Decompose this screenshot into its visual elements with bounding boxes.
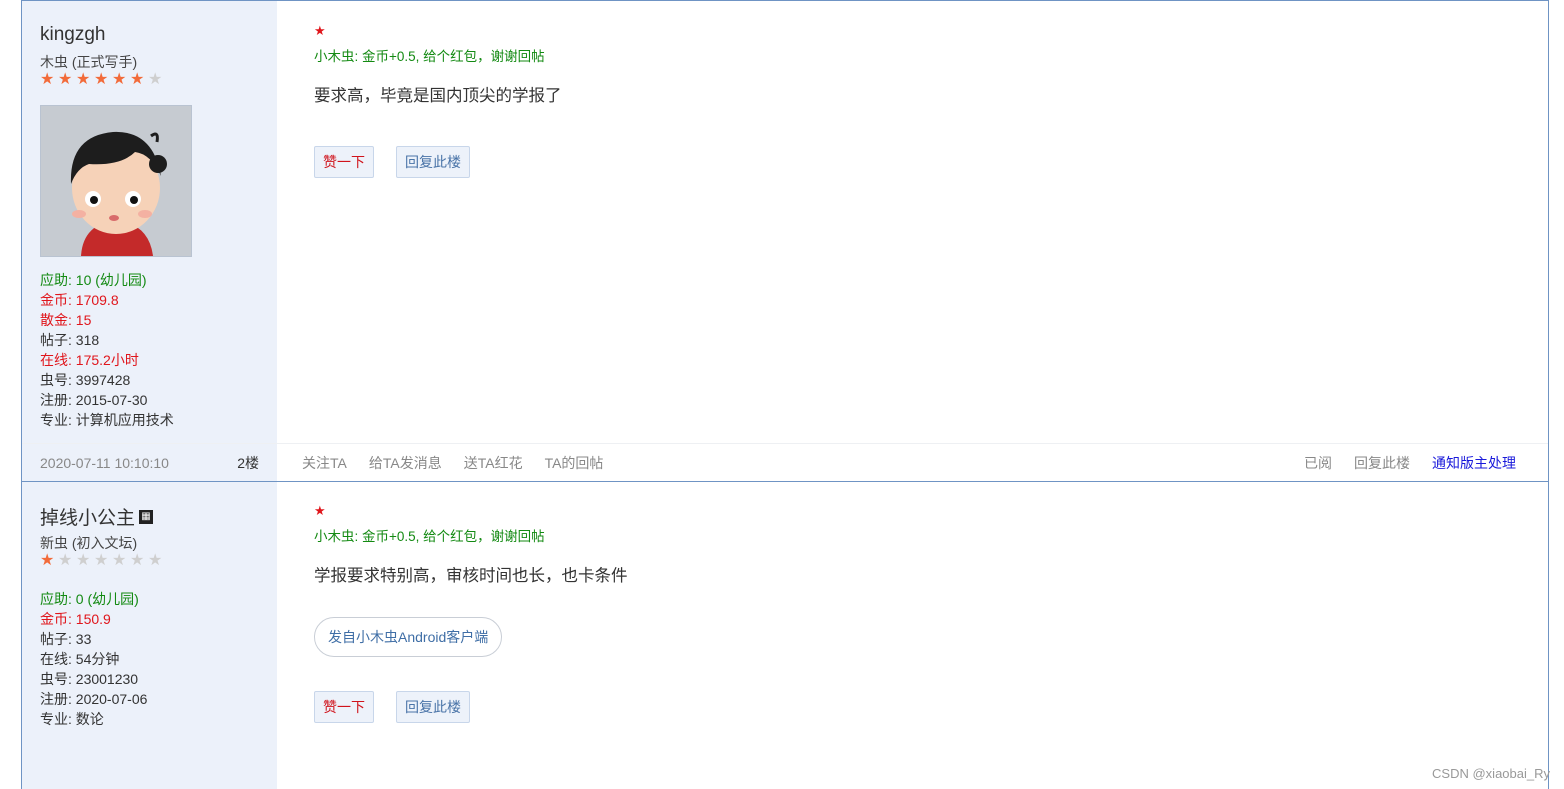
- reply-floor-link[interactable]: 回复此楼: [1354, 455, 1410, 471]
- user-replies-link[interactable]: TA的回帖: [545, 455, 604, 471]
- flower-icon: ★: [314, 503, 326, 518]
- floor-number[interactable]: 2楼: [237, 444, 259, 482]
- star-empty-icon: ★: [76, 552, 91, 569]
- star-filled-icon: ★: [40, 71, 55, 88]
- footer-user-links: 关注TA 给TA发消息 送TA红花 TA的回帖: [302, 444, 625, 482]
- bonus-note: 小木虫: 金币+0.5, 给个红包，谢谢回帖: [314, 529, 545, 544]
- follow-link[interactable]: 关注TA: [302, 455, 347, 471]
- username[interactable]: 掉线小公主: [40, 508, 135, 529]
- footer-meta: 2020-07-11 10:10:10 2楼: [22, 444, 277, 482]
- like-button[interactable]: 赞一下: [314, 146, 374, 178]
- watermark: CSDN @xiaobai_Ry: [1432, 766, 1550, 781]
- star-empty-icon: ★: [148, 71, 163, 88]
- read-status[interactable]: 已阅: [1304, 455, 1332, 471]
- user-sidebar: 掉线小公主 ▦ 新虫 (初入文坛) ★ ★ ★ ★ ★ ★ ★ 应助: 0 (幼儿园) 金币: …: [22, 482, 277, 789]
- stat-line: 注册: 2015-07-30: [40, 392, 148, 408]
- user-sidebar: kingzgh 木虫 (正式写手) ★ ★ ★ ★ ★ ★ ★ 应助: 10 (幼儿园) 金币…: [22, 1, 277, 443]
- star-filled-icon: ★: [94, 71, 109, 88]
- star-filled-icon: ★: [40, 552, 55, 569]
- post-body: ★ 小木虫: 金币+0.5, 给个红包，谢谢回帖 要求高，毕竟是国内顶尖的学报了…: [277, 1, 1548, 443]
- star-empty-icon: ★: [112, 552, 127, 569]
- flower-icon: ★: [314, 23, 326, 38]
- user-rank: 木虫 (正式写手): [40, 54, 138, 70]
- rating-stars: ★ ★ ★ ★ ★ ★ ★: [40, 552, 166, 569]
- stat-line: 在线: 175.2小时: [40, 352, 139, 368]
- post-body: ★ 小木虫: 金币+0.5, 给个红包，谢谢回帖 学报要求特别高，审核时间也长，…: [277, 482, 1548, 789]
- avatar[interactable]: [40, 105, 192, 257]
- user-stats: 应助: 10 (幼儿园) 金币: 1709.8 散金: 15 帖子: 318 在线: 1…: [40, 270, 174, 430]
- stat-line: 帖子: 33: [40, 631, 92, 647]
- post-time: 2020-07-11 10:10:10: [40, 455, 169, 471]
- post-footer: 2020-07-11 10:10:10 2楼 关注TA 给TA发消息 送TA红花 TA…: [22, 443, 1548, 482]
- stat-line: 散金: 15: [40, 312, 92, 328]
- post-floor-3: 掉线小公主 ▦ 新虫 (初入文坛) ★ ★ ★ ★ ★ ★ ★ 应助: 0 (幼儿园) 金币: …: [22, 482, 1548, 789]
- user-stats: 应助: 0 (幼儿园) 金币: 150.9 帖子: 33 在线: 54分钟虫号: 23…: [40, 589, 147, 729]
- report-moderator-link[interactable]: 通知版主处理: [1432, 455, 1516, 471]
- star-filled-icon: ★: [130, 71, 145, 88]
- stat-line: 金币: 1709.8: [40, 292, 119, 308]
- stat-line: 虫号: 23001230: [40, 671, 139, 687]
- rating-stars: ★ ★ ★ ★ ★ ★ ★: [40, 71, 166, 88]
- stat-line: 应助: 10 (幼儿园): [40, 272, 147, 288]
- username[interactable]: kingzgh: [40, 24, 106, 46]
- post-content: 要求高，毕竟是国内顶尖的学报了: [314, 87, 562, 105]
- reply-floor-button[interactable]: 回复此楼: [396, 691, 470, 723]
- post-content: 学报要求特别高，审核时间也长，也卡条件: [314, 567, 628, 585]
- star-empty-icon: ★: [94, 552, 109, 569]
- bonus-note: 小木虫: 金币+0.5, 给个红包，谢谢回帖: [314, 49, 545, 64]
- stat-line: 注册: 2020-07-06: [40, 691, 148, 707]
- stat-line: 帖子: 318: [40, 332, 100, 348]
- stat-line: 虫号: 3997428: [40, 372, 131, 388]
- footer-actions: 已阅 回复此楼 通知版主处理: [1304, 444, 1516, 482]
- post-floor-2: kingzgh 木虫 (正式写手) ★ ★ ★ ★ ★ ★ ★ 应助: 10 (幼儿园) 金币…: [22, 1, 1548, 482]
- reply-floor-button[interactable]: 回复此楼: [396, 146, 470, 178]
- message-link[interactable]: 给TA发消息: [369, 455, 442, 471]
- stat-line: 专业: 数论: [40, 711, 104, 727]
- username-row: 掉线小公主 ▦: [40, 503, 154, 530]
- stat-line: 金币: 150.9: [40, 611, 111, 627]
- star-filled-icon: ★: [58, 71, 73, 88]
- star-empty-icon: ★: [130, 552, 145, 569]
- avatar-cartoon-icon: [41, 106, 191, 256]
- user-rank: 新虫 (初入文坛): [40, 535, 138, 551]
- stat-line: 应助: 0 (幼儿园): [40, 591, 139, 607]
- star-empty-icon: ★: [58, 552, 73, 569]
- send-flower-link[interactable]: 送TA红花: [464, 455, 523, 471]
- star-empty-icon: ★: [148, 552, 163, 569]
- android-client-tag[interactable]: 发自小木虫Android客户端: [314, 617, 503, 657]
- stat-line: 专业: 计算机应用技术: [40, 412, 174, 428]
- like-button[interactable]: 赞一下: [314, 691, 374, 723]
- star-filled-icon: ★: [112, 71, 127, 88]
- user-medal-icon: ▦: [139, 509, 154, 524]
- stat-line: 在线: 54分钟: [40, 651, 120, 667]
- star-filled-icon: ★: [76, 71, 91, 88]
